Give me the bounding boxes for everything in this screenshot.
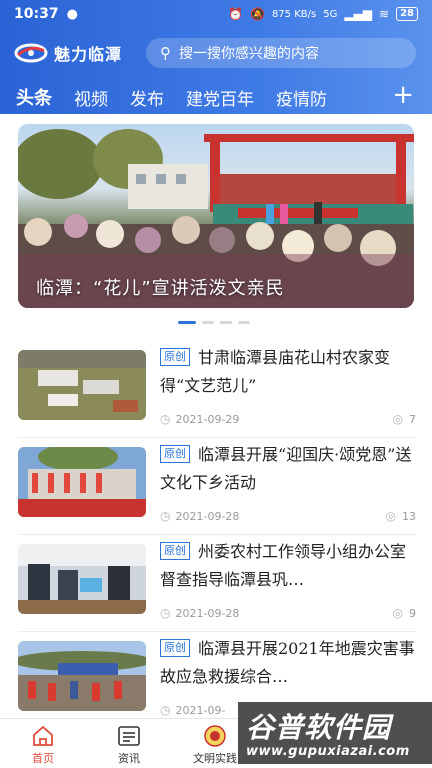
tab-headlines[interactable]: 头条 [16,84,52,110]
carousel-dot[interactable] [178,321,196,324]
banner-caption: 临潭：“花儿”宣讲活泼文亲民 [36,278,285,299]
signal-icon: ▂▄▆ [344,7,373,21]
nav-civilization-label: 文明实践 [193,752,237,765]
news-meta: ◷ 2021-09-28 ◎ 9 [160,605,416,621]
view-count: 13 [402,509,416,523]
watermark: 谷普软件园 www.gupuxiazai.com [238,702,432,764]
mute-icon: 🔕 [249,7,265,21]
home-icon [33,725,53,746]
news-meta: ◷ 2021-09-28 ◎ 13 [160,508,416,524]
news-views: ◎ 13 [386,509,416,523]
app-title: 魅力临潭 [54,45,123,64]
original-tag: 原创 [160,639,190,657]
app-bar: 魅力临潭 ⚲ 搜一搜你感兴趣的内容 [0,36,432,70]
emblem-icon [204,725,226,747]
eye-icon: ◎ [392,606,403,620]
news-date: 2021-09-29 [175,412,240,426]
clock-icon: ◷ [160,703,171,717]
search-input[interactable]: ⚲ 搜一搜你感兴趣的内容 [146,38,416,68]
network-speed: 875 KB/s [271,8,317,20]
news-item[interactable]: 原创 临潭县开展“迎国庆·颂党恩”送文化下乡活动 ◷ 2021-09-28 ◎ 13 [18,441,416,529]
news-views: ◎ 9 [393,606,416,620]
news-title-text: 甘肃临潭县庙花山村农家变得“文艺范儿” [160,348,391,395]
carousel-dot[interactable] [238,321,250,324]
alarm-icon: ⏰ [228,7,243,21]
news-thumbnail [18,544,146,614]
news-date: 2021-09-28 [175,606,240,620]
news-title: 原创 临潭县开展“迎国庆·颂党恩”送文化下乡活动 [160,441,416,497]
original-tag: 原创 [160,348,190,366]
app-logo-icon [14,42,48,64]
news-item[interactable]: 原创 州委农村工作领导小组办公室督查指导临潭县巩… ◷ 2021-09-28 ◎ 9 [18,538,416,626]
clock-icon: ◷ [160,509,171,523]
tab-publish[interactable]: 发布 [130,85,164,110]
nav-news[interactable]: 资讯 [94,725,164,766]
nav-news-label: 资讯 [118,752,140,765]
divider [18,631,416,632]
news-icon [118,726,140,746]
news-title-text: 州委农村工作领导小组办公室督查指导临潭县巩… [160,542,407,589]
network-type: 5G [323,8,338,20]
news-meta: ◷ 2021-09-29 ◎ 7 [160,411,416,427]
chat-bubble-icon: ● [66,6,78,22]
news-title-text: 临潭县开展2021年地震灾害事故应急救援综合… [160,639,415,686]
nav-home[interactable]: 首页 [8,725,78,766]
add-channel-button[interactable]: + [392,82,414,108]
news-date: 2021-09-28 [175,509,240,523]
clock-icon: ◷ [160,606,171,620]
carousel-dot[interactable] [202,321,214,324]
search-placeholder: 搜一搜你感兴趣的内容 [179,46,319,62]
news-title: 原创 州委农村工作领导小组办公室督查指导临潭县巩… [160,538,416,594]
news-thumbnail [18,350,146,420]
clock-icon: ◷ [160,412,171,426]
channel-tabs: 头条 视频 发布 建党百年 疫情防 + [0,80,432,114]
battery-indicator: 28 [396,7,418,21]
carousel-dot[interactable] [220,321,232,324]
news-date: 2021-09- [175,703,226,717]
news-title: 原创 临潭县开展2021年地震灾害事故应急救援综合… [160,635,416,691]
view-count: 7 [409,412,416,426]
eye-icon: ◎ [392,412,403,426]
banner-carousel[interactable]: 临潭：“花儿”宣讲活泼文亲民 [18,124,414,308]
news-title: 原创 甘肃临潭县庙花山村农家变得“文艺范儿” [160,344,416,400]
news-thumbnail [18,641,146,711]
nav-home-label: 首页 [32,752,54,765]
search-icon: ⚲ [160,44,171,62]
eye-icon: ◎ [385,509,396,523]
carousel-indicator [178,321,250,324]
watermark-url: www.gupuxiazai.com [246,744,410,759]
divider [18,534,416,535]
watermark-title: 谷普软件园 [246,711,392,744]
tab-party-centenary[interactable]: 建党百年 [186,85,254,110]
news-thumbnail [18,447,146,517]
original-tag: 原创 [160,542,190,560]
status-indicators: ⏰ 🔕 875 KB/s 5G ▂▄▆ ≋ 28 [228,7,418,21]
tab-epidemic[interactable]: 疫情防 [276,85,328,110]
news-views: ◎ 7 [393,412,416,426]
status-time: 10:37 [14,6,59,22]
news-item[interactable]: 原创 甘肃临潭县庙花山村农家变得“文艺范儿” ◷ 2021-09-29 ◎ 7 [18,344,416,432]
status-bar: 10:37 ● ⏰ 🔕 875 KB/s 5G ▂▄▆ ≋ 28 [0,0,432,28]
divider [18,437,416,438]
news-title-text: 临潭县开展“迎国庆·颂党恩”送文化下乡活动 [160,445,412,492]
tab-video[interactable]: 视频 [74,85,108,110]
wifi-icon: ≋ [379,7,390,21]
view-count: 9 [409,606,416,620]
original-tag: 原创 [160,445,190,463]
